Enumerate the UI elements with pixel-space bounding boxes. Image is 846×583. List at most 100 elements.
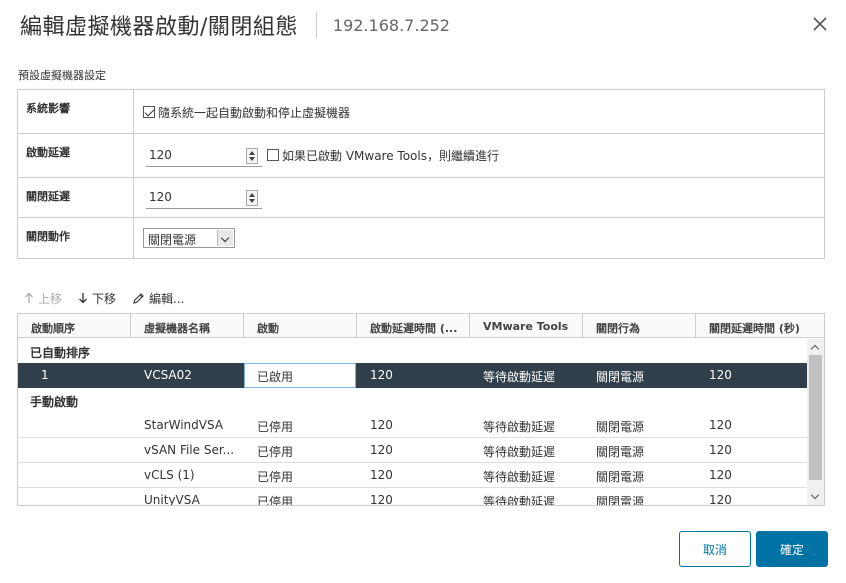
table-row[interactable]: 1 VCSA02 已啟用 120 等待啟動延遲 關閉電源 120 [18,363,807,388]
edit-label: 編輯... [149,291,185,306]
shutdown-action-value: 關閉電源 [134,218,824,259]
shutdown-delay-label: 關閉延遲 [18,178,134,217]
cell-vmware-tools: 等待啟動延遲 [483,420,556,434]
setting-row-startup-delay: 啟動延遲 120 如果已啟動 VMware Tools，則繼續進行 [18,134,824,178]
setting-row-system-impact: 系統影響 隨系統一起自動啟動和停止虛擬機器 [18,90,824,134]
startup-delay-value: 120 如果已啟動 VMware Tools，則繼續進行 [134,134,824,177]
col-header-order[interactable]: 啟動順序 [18,314,131,338]
arrow-up-icon [25,292,33,303]
scroll-up-icon[interactable] [807,339,824,355]
cell-vmware-tools: 等待啟動延遲 [483,370,556,384]
section-label: 預設虛擬機器設定 [18,69,106,82]
cell-order [28,463,128,488]
move-down-button[interactable]: 下移 [78,290,116,307]
dialog-header: 編輯虛擬機器啟動/關閉組態 192.168.7.252 [20,10,450,40]
host-address: 192.168.7.252 [332,15,450,35]
vm-startup-grid: 啟動順序 虛擬機器名稱 啟動 啟動延遲時間 (... VMware Tools … [17,313,825,506]
cell-shutdown-delay: 120 [709,443,732,457]
system-impact-checkbox-label: 隨系統一起自動啟動和停止虛擬機器 [158,106,351,120]
cell-shutdown-delay: 120 [709,493,732,506]
system-impact-value: 隨系統一起自動啟動和停止虛擬機器 [134,90,824,133]
edit-button[interactable]: 編輯... [132,290,184,307]
cell-startup: 已停用 [257,445,294,459]
cell-startup: 已停用 [257,420,294,434]
move-up-label: 上移 [38,291,63,306]
cell-shutdown-action: 關閉電源 [596,470,645,484]
cell-shutdown-action: 關閉電源 [596,445,645,459]
cell-order [28,488,128,505]
cell-shutdown-delay: 120 [709,368,732,382]
cell-startup: 已停用 [257,470,294,484]
cell-startup-delay: 120 [370,493,393,506]
cell-vm-name: vCLS (1) [144,468,195,482]
cell-startup-delay: 120 [370,468,393,482]
setting-row-shutdown-delay: 關閉延遲 120 [18,178,824,218]
col-header-vm-name[interactable]: 虛擬機器名稱 [131,314,244,338]
header-divider [315,12,317,38]
move-down-label: 下移 [92,291,117,306]
group-header-manual: 手動啟動 [30,395,79,409]
wait-vmtools-checkbox-label: 如果已啟動 VMware Tools，則繼續進行 [282,149,499,163]
vertical-scrollbar[interactable] [807,339,824,505]
startup-delay-spinner[interactable]: 120 [146,145,262,167]
shutdown-action-select[interactable]: 關閉電源 [143,228,235,248]
table-row[interactable]: UnityVSA 已停用 120 等待啟動延遲 關閉電源 120 [18,488,807,506]
cell-vm-name: StarWindVSA [144,418,224,432]
cancel-button[interactable]: 取消 [679,531,751,567]
system-impact-label: 系統影響 [18,90,134,133]
setting-row-shutdown-action: 關閉動作 關閉電源 [18,218,824,259]
cell-startup: 已停用 [257,495,294,506]
shutdown-delay-value: 120 [134,178,824,217]
col-header-startup[interactable]: 啟動 [244,314,357,338]
cell-order: 1 [41,368,49,382]
cell-vm-name: UnityVSA [144,493,200,506]
chevron-down-icon[interactable] [217,230,233,246]
shutdown-action-label: 關閉動作 [18,218,134,259]
arrow-down-icon [79,293,87,304]
grid-toolbar: 上移 下移 編輯... [24,290,200,306]
col-header-shutdown-action[interactable]: 關閉行為 [583,314,696,338]
startup-delay-label: 啟動延遲 [18,134,134,177]
wait-vmtools-option[interactable]: 如果已啟動 VMware Tools，則繼續進行 [267,147,499,164]
ok-button[interactable]: 確定 [756,531,828,567]
cell-order [28,438,128,463]
cell-startup-delay: 120 [370,368,393,382]
cell-shutdown-action: 關閉電源 [596,420,645,434]
group-header-auto: 已自動排序 [30,346,91,360]
wait-vmtools-checkbox[interactable] [267,149,279,161]
col-header-vmware-tools[interactable]: VMware Tools [470,314,583,338]
cell-startup-delay: 120 [370,418,393,432]
col-header-startup-delay[interactable]: 啟動延遲時間 (... [357,314,470,338]
shutdown-delay-spinner[interactable]: 120 [146,187,262,209]
system-impact-checkbox[interactable] [143,106,155,118]
cell-vm-name: vSAN File Ser... [144,443,235,457]
cell-shutdown-delay: 120 [709,468,732,482]
startup-delay-input[interactable]: 120 [149,148,172,162]
dialog-title: 編輯虛擬機器啟動/關閉組態 [20,15,298,40]
system-impact-option[interactable]: 隨系統一起自動啟動和停止虛擬機器 [143,104,350,121]
table-row[interactable]: StarWindVSA 已停用 120 等待啟動延遲 關閉電源 120 [18,413,807,438]
cell-vm-name: VCSA02 [144,368,192,382]
move-up-button[interactable]: 上移 [24,290,62,307]
cell-shutdown-action: 關閉電源 [596,495,645,506]
cell-shutdown-delay: 120 [709,418,732,432]
shutdown-action-selected: 關閉電源 [148,233,197,247]
cell-startup-delay: 120 [370,443,393,457]
startup-delay-stepper[interactable] [246,148,258,164]
cell-vmware-tools: 等待啟動延遲 [483,470,556,484]
scrollbar-thumb[interactable] [809,355,822,480]
cell-startup[interactable]: 已啟用 [244,363,356,388]
table-row[interactable]: vSAN File Ser... 已停用 120 等待啟動延遲 關閉電源 120 [18,438,807,463]
pencil-icon [133,292,144,304]
cell-vmware-tools: 等待啟動延遲 [483,495,556,506]
shutdown-delay-stepper[interactable] [246,190,258,206]
table-row[interactable]: vCLS (1) 已停用 120 等待啟動延遲 關閉電源 120 [18,463,807,488]
cell-shutdown-action: 關閉電源 [596,370,645,384]
scroll-down-icon[interactable] [807,489,824,505]
close-icon[interactable] [810,14,830,34]
cell-order [28,413,128,438]
shutdown-delay-input[interactable]: 120 [149,190,172,204]
default-settings-panel: 系統影響 隨系統一起自動啟動和停止虛擬機器 啟動延遲 120 如果已啟動 VMw… [17,89,825,259]
cell-vmware-tools: 等待啟動延遲 [483,445,556,459]
col-header-shutdown-delay[interactable]: 關閉延遲時間 (秒) [696,314,824,338]
